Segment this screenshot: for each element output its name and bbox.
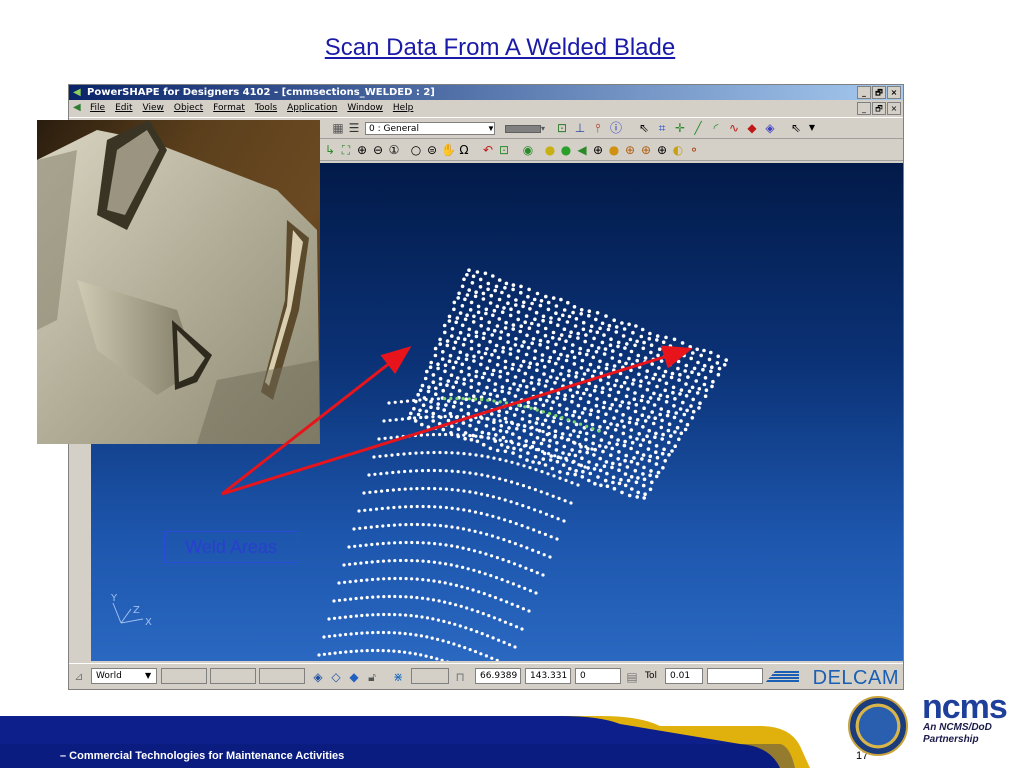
dod-seal-icon bbox=[848, 696, 908, 756]
ncms-subtitle-2: Partnership bbox=[923, 734, 979, 745]
weld-areas-label: Weld Areas bbox=[164, 531, 298, 563]
weld-arrow-right bbox=[221, 345, 693, 496]
ncms-logo: ncms bbox=[922, 688, 1008, 726]
ncms-subtitle-1: An NCMS/DoD bbox=[923, 722, 992, 733]
weld-arrow-left bbox=[221, 346, 412, 496]
footer-text: – Commercial Technologies for Maintenanc… bbox=[60, 750, 345, 762]
annotation-arrows bbox=[221, 345, 693, 496]
